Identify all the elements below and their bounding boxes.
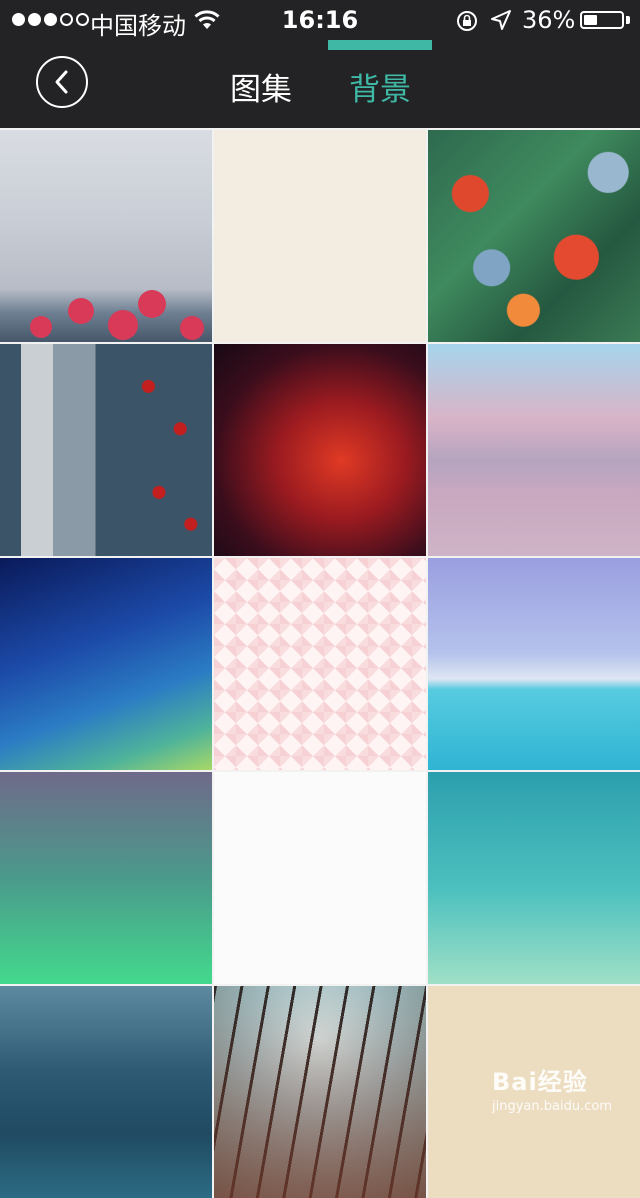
battery-level-fill bbox=[584, 15, 597, 25]
back-button[interactable] bbox=[36, 56, 88, 108]
battery-percentage: 36% bbox=[522, 6, 576, 34]
background-thumbnail-pink-clouds-over-sea[interactable] bbox=[428, 344, 640, 556]
status-bar: 中国移动 16:16 36% bbox=[0, 0, 640, 40]
background-thumbnail-ocean-waves[interactable] bbox=[0, 986, 212, 1198]
background-thumbnail-fish-and-tomatoes[interactable] bbox=[0, 344, 212, 556]
carrier-name: 中国移动 bbox=[90, 12, 186, 40]
battery-tip bbox=[626, 16, 630, 24]
background-thumbnail-teal-gradient[interactable] bbox=[428, 772, 640, 984]
background-thumbnail-turquoise-ocean[interactable] bbox=[428, 558, 640, 770]
chevron-left-icon bbox=[55, 70, 68, 94]
tab-backgrounds[interactable]: 背景 bbox=[349, 70, 411, 110]
background-thumbnail-plain-white[interactable] bbox=[214, 772, 426, 984]
location-arrow-icon bbox=[490, 9, 512, 37]
background-thumbnail-purple-to-green-gradient[interactable] bbox=[0, 772, 212, 984]
wifi-icon bbox=[194, 9, 220, 37]
background-thumbnail-plain-cream[interactable] bbox=[214, 130, 426, 342]
rotation-lock-icon bbox=[455, 9, 479, 39]
tab-albums[interactable]: 图集 bbox=[230, 70, 292, 110]
background-thumbnail-tropical-floral[interactable] bbox=[428, 130, 640, 342]
battery-icon bbox=[580, 11, 624, 29]
background-thumbnail-cloudy-sky-with-roses[interactable] bbox=[0, 130, 212, 342]
background-thumbnail-red-nebula[interactable] bbox=[214, 344, 426, 556]
top-bar: 中国移动 16:16 36% 图集 背景 bbox=[0, 0, 640, 128]
watermark-url: jingyan.baidu.com bbox=[492, 1099, 612, 1114]
active-tab-indicator bbox=[328, 40, 432, 50]
baidu-jingyan-watermark: Bai经验 jingyan.baidu.com bbox=[492, 1062, 612, 1114]
signal-strength-icon bbox=[12, 13, 89, 26]
watermark-brand: Bai经验 bbox=[492, 1068, 588, 1096]
background-grid bbox=[0, 130, 640, 1198]
background-thumbnail-blue-galaxy[interactable] bbox=[0, 558, 212, 770]
background-thumbnail-pink-gingham[interactable] bbox=[214, 558, 426, 770]
background-thumbnail-forest-treetops[interactable] bbox=[214, 986, 426, 1198]
